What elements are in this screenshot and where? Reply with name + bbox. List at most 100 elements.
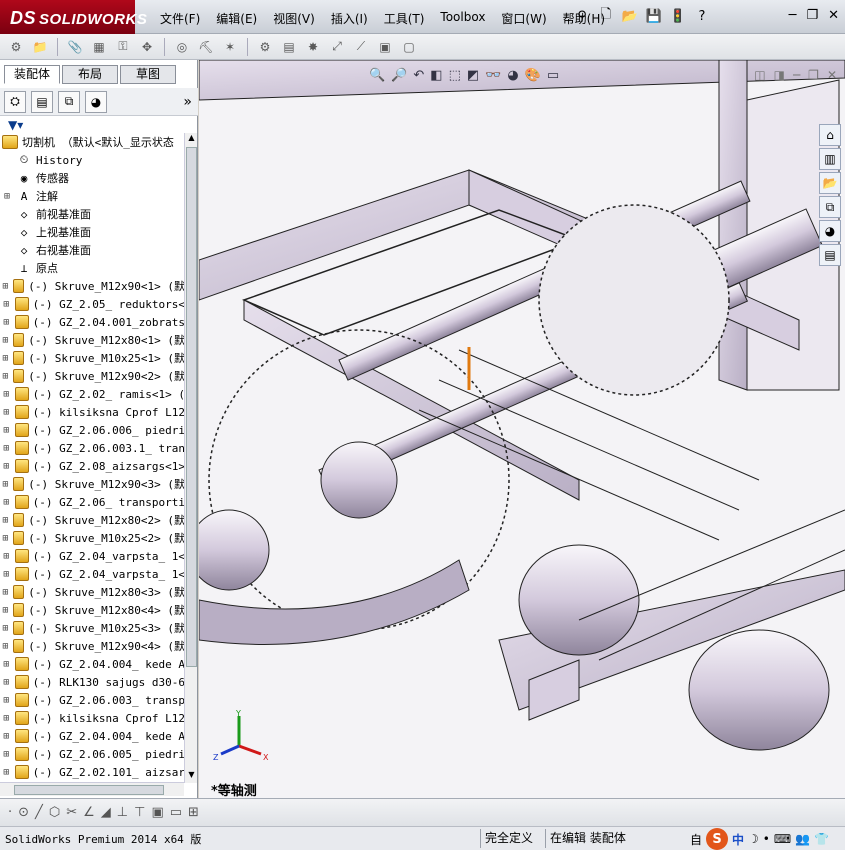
sogou-icon[interactable]: S [706,828,729,850]
previous-view-icon[interactable]: ↶ [413,68,424,83]
minimize-icon[interactable]: ─ [793,68,800,82]
expand-icon[interactable]: ⊞ [2,605,9,616]
file-explorer-icon[interactable]: 📂 [819,172,841,194]
window-icon[interactable]: ▭ [170,805,182,820]
tab-sketch[interactable]: 草图 [120,65,176,84]
expand-icon[interactable]: ⊞ [2,659,11,670]
tab-layout[interactable]: 布局 [62,65,118,84]
scroll-down-icon[interactable]: ▼ [186,770,197,783]
property-manager-icon[interactable]: ▤ [31,90,53,113]
expand-icon[interactable]: ⊞ [2,461,11,472]
menu-tools[interactable]: 工具(T) [376,10,433,27]
save-icon[interactable]: 💾 [644,6,664,26]
keyboard-icon[interactable]: ⌨ [774,832,791,846]
graphics-area[interactable]: 🔍 🔎 ↶ ◧ ⬚ ◩ 👓 ◕ 🎨 ▭ ◫ ◨ ─ ❐ ✕ ⌂ ▥ 📂 ⧉ ◕ … [199,60,845,798]
expand-icon[interactable]: ⊞ [2,335,9,346]
expand-icon[interactable]: ⊞ [2,749,11,760]
filter-icon[interactable]: ▼▾ [8,118,23,132]
expand-icon[interactable]: ⊞ [2,515,9,526]
close-icon[interactable]: ✕ [828,8,839,23]
relation-icon[interactable]: ⊥ [117,805,128,820]
restore-icon[interactable]: ❐ [806,8,818,23]
point-icon[interactable]: · [8,805,12,820]
tile-icon[interactable]: ⊞ [188,805,199,820]
hide-show-icon[interactable]: 👓 [485,68,501,83]
solidworks-logo[interactable]: DS SOLIDWORKS [0,0,147,34]
expand-icon[interactable]: ⊞ [2,731,11,742]
show-hidden-icon[interactable]: ◎ [172,37,192,57]
tree-item-component[interactable]: ⊞ (-) kilsiksna Cprof L12 [2,403,185,421]
view-cube-icon[interactable]: ▣ [151,805,163,820]
scroll-thumb[interactable] [14,785,164,795]
tree-item-component[interactable]: ⊞ (-) Skruve_M12x80<1> (默 [2,331,185,349]
smart-dimension-icon[interactable]: ◢ [101,805,111,820]
bill-of-materials-icon[interactable]: ▤ [279,37,299,57]
split-vertical-icon[interactable]: ◨ [774,68,785,82]
design-library-icon[interactable]: ▥ [819,148,841,170]
menu-window[interactable]: 窗口(W) [493,10,554,27]
tree-item-component[interactable]: ⊞ (-) GZ_2.06_ transporti [2,493,185,511]
tree-item-top-plane[interactable]: ◇ 上视基准面 [2,223,185,241]
tree-item-component[interactable]: ⊞ (-) GZ_2.06.003.1_ tran [2,439,185,457]
tree-root[interactable]: 切割机 （默认<默认_显示状态 [2,133,185,151]
expand-icon[interactable]: ⊞ [2,533,9,544]
tree-item-component[interactable]: ⊞ (-) Skruve_M12x80<2> (默 [2,511,185,529]
scene-icon[interactable]: 🎨 [525,68,541,83]
scroll-up-icon[interactable]: ▲ [186,133,197,146]
menu-edit[interactable]: 编辑(E) [208,10,265,27]
assembly-features-icon[interactable]: ⛏ [196,37,216,57]
appearance-icon[interactable]: ◕ [507,68,518,83]
expand-icon[interactable]: ⊞ [2,641,9,652]
tree-item-component[interactable]: ⊞ (-) Skruve_M12x90<2> (默 [2,367,185,385]
tree-item-component[interactable]: ⊞ (-) GZ_2.05_ reduktors< [2,295,185,313]
expand-icon[interactable]: ⊞ [2,623,9,634]
home-icon[interactable]: ⌂ [819,124,841,146]
insert-component-icon[interactable]: 📁 [30,37,50,57]
new-document-icon[interactable]: 🗋 [596,6,616,26]
expand-icon[interactable]: ⊞ [2,299,11,310]
tree-item-component[interactable]: ⊞ (-) GZ_2.02_ ramis<1> ( [2,385,185,403]
expand-icon[interactable]: ⊞ [2,281,9,292]
display-style-icon[interactable]: ◩ [467,68,479,83]
moon-icon[interactable]: ☽ [748,832,759,846]
tree-item-component[interactable]: ⊞ (-) Skruve_M12x90<1> (默 [2,277,185,295]
tree-item-component[interactable]: ⊞ (-) RLK130 sajugs d30-6 [2,673,185,691]
tshirt-icon[interactable]: 👕 [814,832,829,846]
mate-icon[interactable]: 📎 [65,37,85,57]
polygon-icon[interactable]: ⬡ [49,805,60,820]
traffic-light-icon[interactable]: 🚦 [668,6,688,26]
view-palette-icon[interactable]: ⧉ [819,196,841,218]
menu-file[interactable]: 文件(F) [152,10,208,27]
tree-item-component[interactable]: ⊞ (-) Skruve_M12x80<3> (默 [2,583,185,601]
configuration-manager-icon[interactable]: ⧉ [58,90,80,113]
menu-insert[interactable]: 插入(I) [323,10,376,27]
line-icon[interactable]: ╱ [35,805,43,820]
scroll-thumb[interactable] [186,147,197,667]
new-motion-study-icon[interactable]: ⚙ [255,37,275,57]
circle-icon[interactable]: ⊙ [18,805,29,820]
tab-assembly[interactable]: 装配体 [4,65,60,84]
user-icon[interactable]: 👥 [795,832,810,846]
trim-icon[interactable]: ✂ [66,805,77,820]
tree-item-component[interactable]: ⊞ (-) GZ_2.04.004_ kede A [2,655,185,673]
linear-pattern-icon[interactable]: ▦ [89,37,109,57]
expand-icon[interactable]: ⊞ [2,443,11,454]
expand-icon[interactable]: ⊞ [2,191,12,202]
expand-icon[interactable]: ⊞ [2,497,11,508]
tree-item-component[interactable]: ⊞ (-) Skruve_M10x25<1> (默 [2,349,185,367]
open-folder-icon[interactable]: 📂 [620,6,640,26]
tree-item-component[interactable]: ⊞ (-) GZ_2.04_varpsta_ 1< [2,547,185,565]
tree-item-history[interactable]: ⏲ History [2,151,185,169]
display-manager-icon[interactable]: ◕ [85,90,107,113]
midpoint-icon[interactable]: ⊤ [134,805,145,820]
minimize-icon[interactable]: ─ [789,8,797,23]
angle-icon[interactable]: ∠ [83,805,95,820]
tree-item-component[interactable]: ⊞ (-) GZ_2.06.006_ piedri [2,421,185,439]
expand-icon[interactable]: ⊞ [2,677,11,688]
split-horizontal-icon[interactable]: ◫ [754,68,765,82]
expand-arrows-icon[interactable]: » [183,94,192,110]
tree-item-component[interactable]: ⊞ (-) Skruve_M12x90<4> (默 [2,637,185,655]
tree-item-component[interactable]: ⊞ (-) Skruve_M10x25<2> (默 [2,529,185,547]
expand-icon[interactable]: ⊞ [2,353,9,364]
help-icon[interactable]: ? [692,6,712,26]
